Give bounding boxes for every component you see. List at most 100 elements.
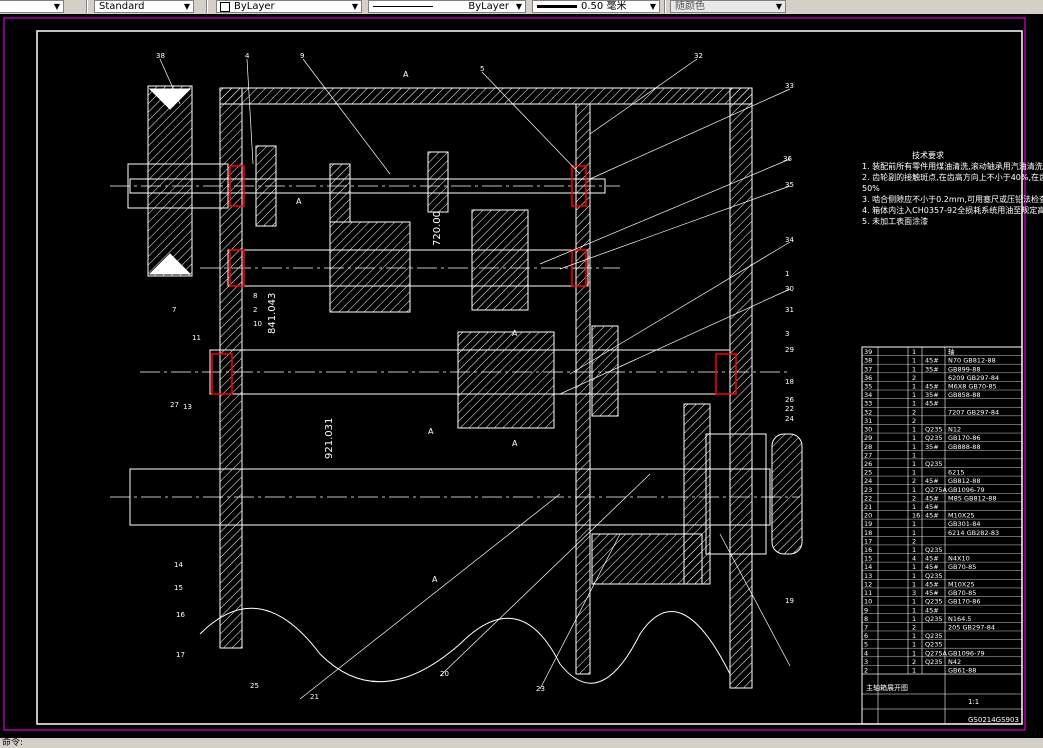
- bom-cell-qty: 2: [912, 417, 916, 425]
- bom-cell-note: GB61-88: [948, 667, 976, 675]
- textstyle-combo[interactable]: ▼: [0, 0, 64, 13]
- bom-cell-note: GB70-85: [948, 589, 976, 597]
- bom-cell-note: N70 GB812-88: [948, 357, 996, 365]
- bom-cell-qty: 1: [912, 383, 916, 391]
- bom-cell-mat: 45#: [925, 589, 939, 597]
- balloon: 36: [783, 155, 792, 163]
- bom-cell-qty: 2: [912, 374, 916, 382]
- balloon: 11: [192, 334, 201, 342]
- cad-drawing: 841.043 921.031 720.00 A A A A A A 38 4 …: [3, 17, 1043, 731]
- bom-cell-mat: 45#: [925, 512, 939, 520]
- balloon: 17: [176, 651, 185, 659]
- linetype-combo[interactable]: ByLayer ▼: [368, 0, 526, 13]
- drawing-canvas[interactable]: 841.043 921.031 720.00 A A A A A A 38 4 …: [0, 14, 1043, 738]
- bom-cell-no: 7: [864, 623, 868, 631]
- command-line[interactable]: 命令:: [0, 738, 1043, 748]
- bom-cell-no: 26: [864, 460, 872, 468]
- chevron-down-icon[interactable]: ▼: [51, 1, 63, 12]
- bom-cell-mat: 45#: [925, 503, 939, 511]
- bom-cell-note: GB170-86: [948, 434, 981, 442]
- bom-cell-qty: 1: [912, 598, 916, 606]
- balloon: 14: [174, 561, 183, 569]
- bom-cell-mat: 45#: [925, 555, 939, 563]
- bom-cell-note: GB812-88: [948, 477, 981, 485]
- bom-cell-mat: 45#: [925, 357, 939, 365]
- bom-cell-mat: 45#: [925, 494, 939, 502]
- dimstyle-combo[interactable]: Standard ▼: [94, 0, 194, 13]
- drawing-title: 主轴箱展开图: [866, 683, 908, 692]
- bom-cell-no: 32: [864, 408, 872, 416]
- bom-cell-note: GB170-86: [948, 598, 981, 606]
- balloon: 24: [785, 415, 794, 423]
- balloon: 5: [480, 65, 484, 73]
- bom-cell-no: 8: [864, 615, 868, 623]
- balloon: 23: [536, 685, 545, 693]
- title-block: 主轴箱展开图 1:1 GS0214GS903: [862, 683, 1022, 724]
- bom-cell-mat: 45#: [925, 383, 939, 391]
- bom-cell-qty: 1: [912, 563, 916, 571]
- bom-cell-mat: Q235: [925, 598, 943, 606]
- bom-cell-qty: 1: [912, 649, 916, 657]
- balloon: 35: [785, 181, 794, 189]
- bom-cell-no: 16: [864, 546, 872, 554]
- chevron-down-icon[interactable]: ▼: [513, 1, 525, 12]
- chevron-down-icon[interactable]: ▼: [349, 1, 361, 12]
- bom-cell-no: 21: [864, 503, 872, 511]
- bom-cell-mat: Q235: [925, 546, 943, 554]
- bom-cell-qty: 1: [912, 632, 916, 640]
- bom-cell-note: GB70-85: [948, 563, 976, 571]
- chevron-down-icon[interactable]: ▼: [181, 1, 193, 12]
- bom-cell-qty: 1: [912, 486, 916, 494]
- bom-cell-note: 6215: [948, 469, 965, 477]
- balloon: 19: [785, 597, 794, 605]
- end-cap: [771, 433, 803, 555]
- tech-title: 技术要求: [912, 150, 944, 160]
- dimension-label: 841.043: [267, 293, 278, 334]
- bom-cell-mat: 45#: [925, 563, 939, 571]
- bom-cell-qty: 1: [912, 365, 916, 373]
- chevron-down-icon[interactable]: ▼: [773, 1, 785, 12]
- linetype-preview: [373, 6, 433, 7]
- bom-cell-no: 35: [864, 383, 872, 391]
- tech-note: 50%: [862, 184, 880, 193]
- bom-cell-note: M6X8 GB70-85: [948, 383, 997, 391]
- balloon: 30: [785, 285, 794, 293]
- balloon: 22: [785, 405, 794, 413]
- plotstyle-combo[interactable]: 随颜色 ▼: [670, 0, 786, 13]
- balloon: 32: [694, 52, 703, 60]
- bom-cell-no: 5: [864, 641, 868, 649]
- bom-cell-qty: 1: [912, 434, 916, 442]
- balloon: 2: [253, 306, 257, 314]
- bom-cell-qty: 1: [912, 451, 916, 459]
- bom-cell-note: GB1096-79: [948, 649, 985, 657]
- bom-cell-qty: 2: [912, 408, 916, 416]
- bom-cell-mat: 45#: [925, 400, 939, 408]
- bom-cell-qty: 1: [912, 503, 916, 511]
- bom-cell-no: 12: [864, 580, 872, 588]
- bom-cell-no: 2: [864, 667, 868, 675]
- balloon: 13: [183, 403, 192, 411]
- section-letter: A: [512, 329, 518, 338]
- bom-cell-no: 20: [864, 512, 872, 520]
- bom-cell-mat: 45#: [925, 580, 939, 588]
- bom-cell-qty: 1: [912, 426, 916, 434]
- balloon: 18: [785, 378, 794, 386]
- bom-cell-mat: Q235: [925, 615, 943, 623]
- bom-cell-mat: 35#: [925, 443, 939, 451]
- balloon: 15: [174, 584, 183, 592]
- lineweight-preview: [537, 5, 577, 8]
- properties-toolbar: ▼ Standard ▼ ByLayer ▼ ByLayer ▼ 0.50 毫米 ▼ 随…: [0, 0, 1043, 15]
- bom-cell-note: M10X25: [948, 580, 975, 588]
- bom-cell-mat: Q235: [925, 658, 943, 666]
- bom-cell-note: GB1096-79: [948, 486, 985, 494]
- bom-cell-no: 36: [864, 374, 872, 382]
- chevron-down-icon[interactable]: ▼: [647, 1, 659, 12]
- bom-cell-mat: 35#: [925, 391, 939, 399]
- lineweight-combo[interactable]: 0.50 毫米 ▼: [532, 0, 660, 13]
- section-letter: A: [296, 197, 302, 206]
- layer-color-combo[interactable]: ByLayer ▼: [216, 0, 362, 13]
- technical-requirements: 技术要求 1. 装配前所有零件用煤油清洗,滚动轴承用汽油清洗 2. 齿轮副的接触…: [862, 150, 1043, 226]
- gears: [255, 145, 767, 585]
- balloon: 26: [785, 396, 794, 404]
- tech-note: 1. 装配前所有零件用煤油清洗,滚动轴承用汽油清洗: [862, 161, 1043, 171]
